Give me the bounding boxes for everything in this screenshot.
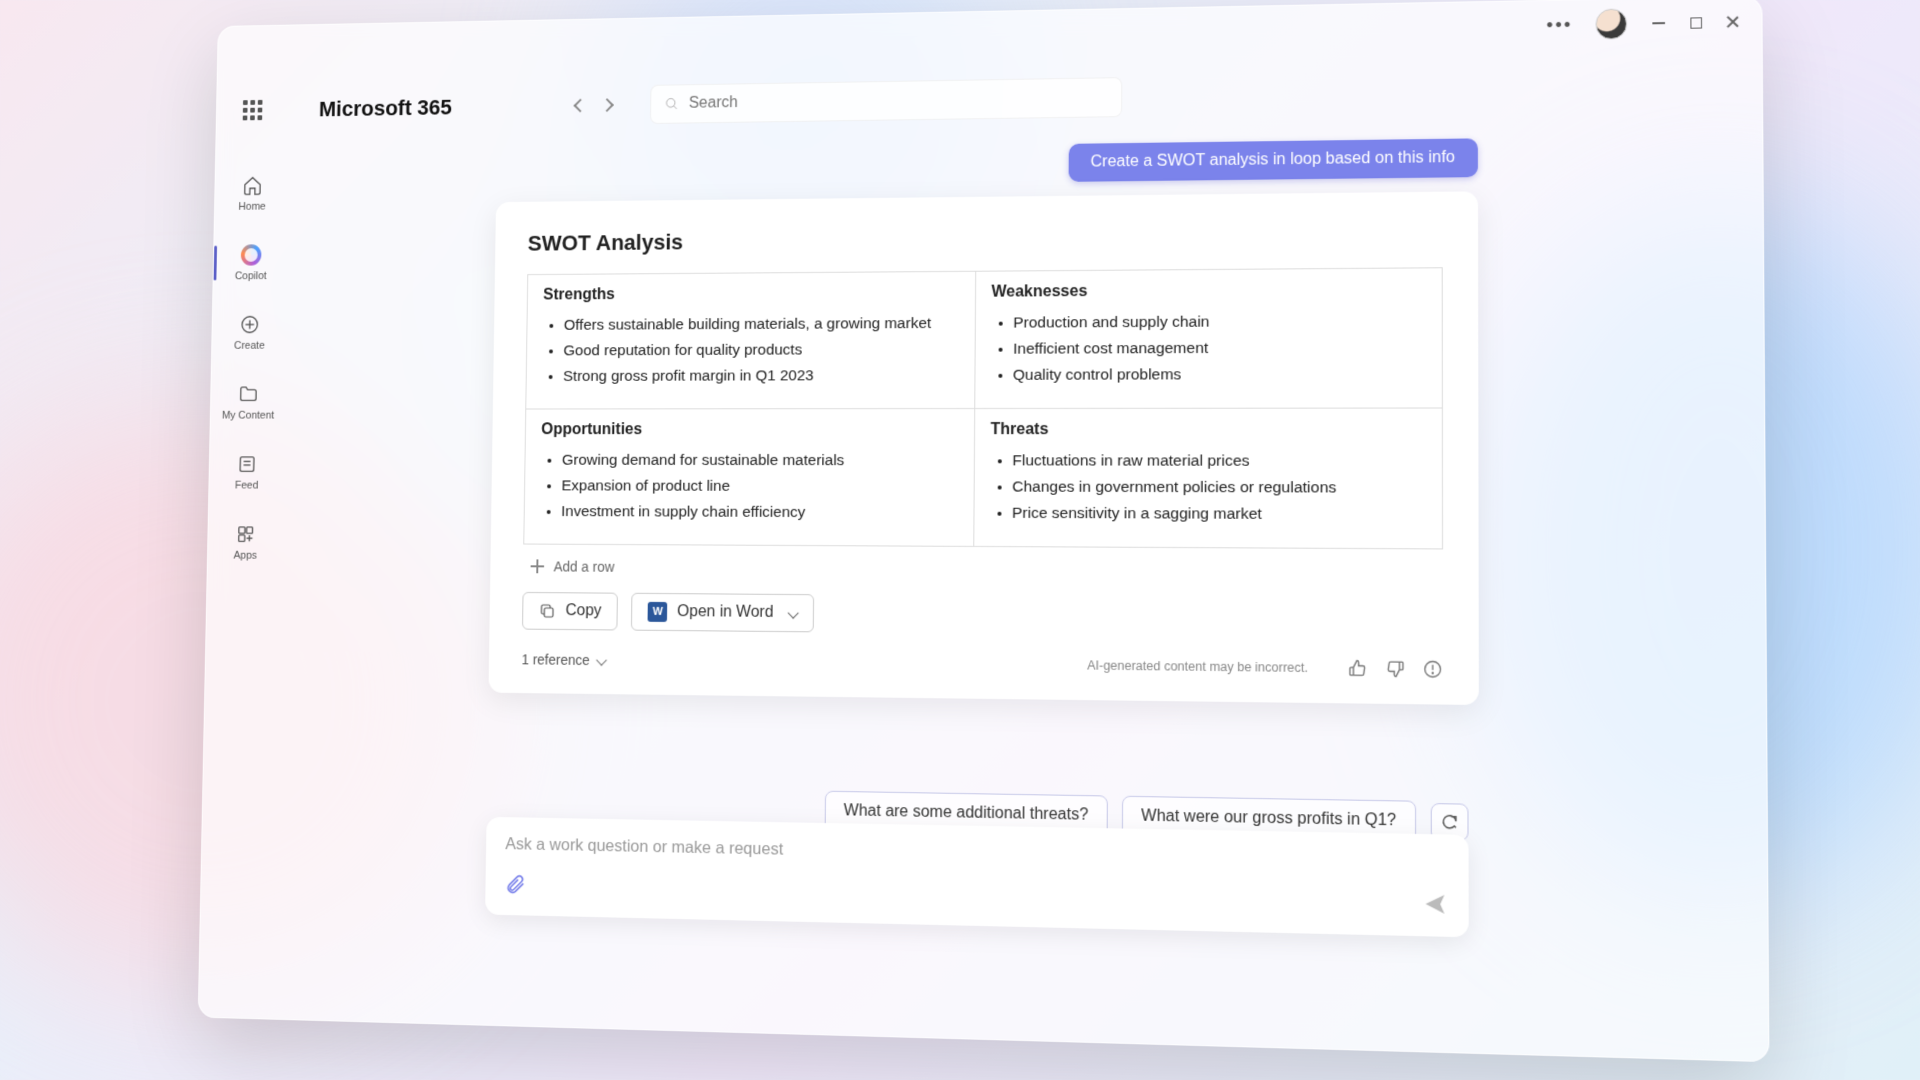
- list-item: Strong gross profit margin in Q1 2023: [563, 364, 958, 389]
- plus-icon: [531, 559, 545, 573]
- list-item: Fluctuations in raw material prices: [1012, 449, 1425, 474]
- word-icon: W: [648, 602, 668, 622]
- rail-label: Create: [234, 340, 265, 352]
- open-word-label: Open in Word: [677, 603, 773, 622]
- swot-strengths-cell: Strengths Offers sustainable building ma…: [526, 271, 975, 409]
- list-item: Investment in supply chain efficiency: [561, 500, 957, 525]
- list-item: Quality control problems: [1013, 362, 1425, 387]
- send-icon: [1422, 891, 1447, 917]
- nav-arrows: [575, 100, 611, 110]
- chevron-down-icon: [596, 655, 607, 666]
- rail-label: Feed: [235, 480, 259, 492]
- response-title: SWOT Analysis: [528, 222, 1443, 256]
- rail-label: Copilot: [235, 270, 267, 282]
- composer-input[interactable]: [505, 835, 1447, 873]
- window-maximize-icon[interactable]: [1690, 17, 1702, 28]
- attach-button[interactable]: [505, 873, 527, 900]
- paperclip-icon: [505, 873, 527, 895]
- quad-heading: Opportunities: [541, 421, 958, 439]
- copy-button[interactable]: Copy: [522, 592, 618, 631]
- search-icon: [664, 96, 679, 112]
- avatar[interactable]: [1596, 8, 1628, 39]
- app-launcher-icon[interactable]: [243, 100, 264, 121]
- list-item: Expansion of product line: [561, 475, 957, 500]
- rail-create[interactable]: Create: [212, 309, 287, 356]
- strengths-list: Offers sustainable building materials, a…: [542, 312, 959, 389]
- list-item: Offers sustainable building materials, a…: [564, 312, 959, 338]
- send-button[interactable]: [1422, 891, 1447, 922]
- home-icon: [241, 174, 264, 197]
- response-actions: Copy W Open in Word: [522, 592, 1443, 638]
- rail-copilot[interactable]: Copilot: [213, 239, 288, 286]
- user-message: Create a SWOT analysis in loop based on …: [1068, 138, 1478, 181]
- list-item: Good reputation for quality products: [563, 338, 958, 363]
- rail-home[interactable]: Home: [215, 170, 290, 217]
- nav-forward-icon[interactable]: [600, 98, 614, 112]
- opportunities-list: Growing demand for sustainable materials…: [540, 449, 958, 526]
- swot-threats-cell: Threats Fluctuations in raw material pri…: [973, 408, 1442, 549]
- chat-panel: Create a SWOT analysis in loop based on …: [293, 131, 1725, 1028]
- response-footer: 1 reference AI-generated content may be …: [521, 649, 1443, 679]
- quad-heading: Strengths: [543, 284, 959, 305]
- rail-label: My Content: [222, 410, 275, 422]
- composer[interactable]: [485, 817, 1469, 937]
- rail-mycontent[interactable]: My Content: [211, 379, 286, 426]
- copy-icon: [538, 602, 556, 620]
- feed-icon: [236, 453, 259, 476]
- swot-table: Strengths Offers sustainable building ma…: [523, 267, 1443, 549]
- ai-disclaimer: AI-generated content may be incorrect.: [1087, 658, 1308, 675]
- chevron-down-icon: [787, 607, 798, 618]
- folder-icon: [237, 383, 260, 406]
- quad-heading: Weaknesses: [991, 281, 1425, 302]
- references-toggle[interactable]: 1 reference: [521, 651, 605, 668]
- open-in-word-button[interactable]: W Open in Word: [631, 593, 814, 633]
- report-icon[interactable]: [1422, 659, 1443, 680]
- add-row-button[interactable]: Add a row: [523, 558, 1443, 580]
- window-close-icon[interactable]: [1725, 15, 1740, 30]
- swot-weaknesses-cell: Weaknesses Production and supply chainIn…: [974, 268, 1442, 409]
- list-item: Price sensitivity in a sagging market: [1012, 502, 1425, 528]
- list-item: Growing demand for sustainable materials: [562, 449, 958, 473]
- search-input[interactable]: [689, 88, 1107, 112]
- copy-label: Copy: [565, 602, 601, 620]
- search-box[interactable]: [650, 77, 1122, 124]
- quad-heading: Threats: [990, 421, 1425, 439]
- refresh-icon: [1440, 813, 1459, 832]
- thumbs-down-icon[interactable]: [1385, 658, 1406, 679]
- add-row-label: Add a row: [554, 559, 615, 575]
- feedback-buttons: [1347, 658, 1443, 680]
- app-window: ••• Microsoft 365 Home: [198, 0, 1770, 1062]
- references-label: 1 reference: [521, 651, 589, 668]
- list-item: Changes in government policies or regula…: [1012, 476, 1425, 502]
- threats-list: Fluctuations in raw material pricesChang…: [990, 449, 1425, 528]
- rail-feed[interactable]: Feed: [209, 449, 284, 496]
- thumbs-up-icon[interactable]: [1347, 658, 1368, 679]
- rail-label: Home: [238, 201, 265, 213]
- weaknesses-list: Production and supply chainInefficient c…: [991, 309, 1425, 388]
- assistant-response: SWOT Analysis Strengths Offers sustainab…: [488, 191, 1478, 705]
- swot-opportunities-cell: Opportunities Growing demand for sustain…: [524, 409, 974, 547]
- create-icon: [238, 313, 261, 336]
- list-item: Inefficient cost management: [1013, 336, 1425, 362]
- brand-title: Microsoft 365: [319, 95, 452, 122]
- left-rail: Home Copilot Create My Content Feed Apps: [199, 160, 290, 1019]
- list-item: Production and supply chain: [1013, 309, 1425, 335]
- nav-back-icon[interactable]: [573, 99, 587, 113]
- copilot-icon: [240, 243, 263, 266]
- apps-icon: [234, 523, 257, 546]
- rail-label: Apps: [233, 550, 257, 562]
- more-icon[interactable]: •••: [1546, 14, 1572, 36]
- rail-apps[interactable]: Apps: [208, 519, 284, 566]
- window-minimize-icon[interactable]: [1650, 15, 1667, 32]
